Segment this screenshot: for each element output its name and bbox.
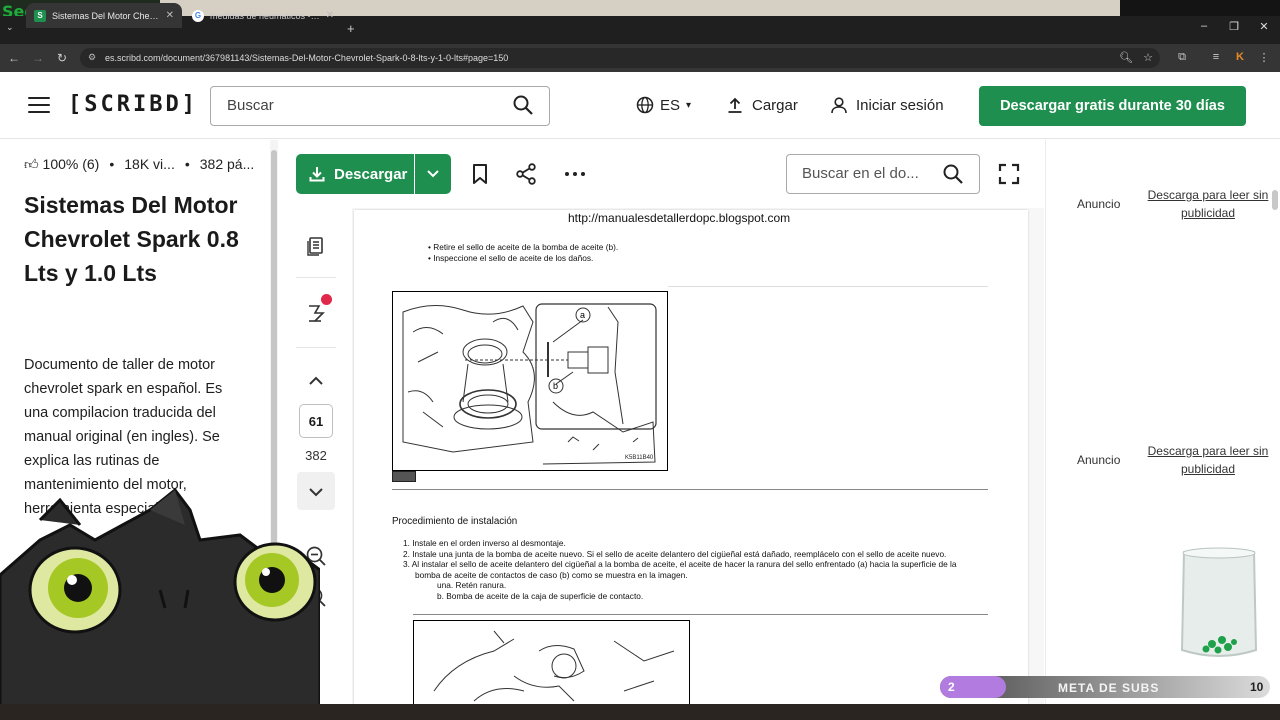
chevron-down-icon: ▾ [686,99,692,111]
search-icon[interactable] [512,94,534,116]
language-selector[interactable]: ES ▾ [636,96,691,114]
sub-step: b. Bomba de aceite de la caja de superfi… [437,591,644,601]
removal-step: • Retire el sello de aceite de la bomba … [428,242,619,252]
tab-scribd[interactable]: S Sistemas Del Motor Chevrolet S ✕ [26,3,182,28]
document-search-placeholder: Buscar en el do... [802,165,919,182]
subs-target: 10 [1250,680,1264,694]
extensions-icon[interactable]: ⧉ [1174,51,1190,64]
new-tab-button[interactable]: + [347,21,355,36]
reading-list-icon[interactable]: ≡ [1208,51,1224,63]
tab-google[interactable]: G medidas de neumaticos - Buscar ✕ [184,3,342,28]
subs-current: 2 [948,680,955,694]
stream-bottom-strip [0,704,1280,720]
tab-title: Sistemas Del Motor Chevrolet S [52,10,160,21]
signin-button[interactable]: Iniciar sesión [830,96,944,114]
page-divider [668,286,988,287]
search-icon[interactable] [942,163,964,185]
close-window-icon[interactable]: ✕ [1254,20,1274,33]
profile-icon[interactable]: K [1232,51,1248,63]
google-favicon-icon: G [192,9,204,22]
tab-search-chevron-icon[interactable]: ⌄ [6,22,14,33]
page-divider [392,489,988,490]
reload-icon[interactable]: ↻ [54,51,70,65]
user-icon [831,97,847,114]
install-step: 3. Al instalar el sello de aceite delant… [403,559,957,569]
tab-close-icon[interactable]: ✕ [166,10,174,21]
search-placeholder: Buscar [227,97,274,114]
site-info-icon[interactable]: ⚙ [88,52,96,63]
views: 18K vi... [124,156,175,172]
install-diagram [413,620,690,710]
globe-icon [636,96,654,114]
download-label: Descargar [334,165,408,183]
chevron-up-icon[interactable] [305,370,327,392]
ai-assistant-icon[interactable] [305,302,327,324]
install-step: 2. Instale una junta de la bomba de acei… [403,549,947,559]
url-text: es.scribd.com/document/367981143/Sistema… [105,53,509,63]
document-list-icon[interactable] [305,234,327,256]
screen: Seguimos! ⌄ S Sistemas Del Motor Chevrol… [0,0,1280,720]
upload-label: Cargar [752,96,798,114]
ad-label: Anuncio [1077,453,1121,467]
hamburger-menu-icon[interactable] [28,97,50,113]
scribd-favicon-icon: S [34,9,46,22]
installation-heading: Procedimiento de instalación [392,516,518,527]
bookmark-icon[interactable] [468,162,492,186]
ad-free-link[interactable]: Descarga para leer sin publicidad [1146,186,1270,222]
goal-jar-icon [1180,547,1258,657]
download-icon [309,167,325,182]
right-scrollbar-thumb[interactable] [1272,190,1278,210]
document-meta: 👍︎ 100% (6) • 18K vi... • 382 pá... [24,156,254,173]
download-button[interactable]: Descargar [296,154,414,194]
signin-label: Iniciar sesión [856,96,944,114]
figure-caption: K5B11B40 [625,455,654,461]
fullscreen-icon[interactable] [997,162,1021,186]
forward-icon[interactable]: → [30,51,46,65]
cat-mascot-overlay [0,487,320,720]
document-title: Sistemas Del Motor Chevrolet Spark 0.8 L… [24,192,239,286]
page-count: 382 pá... [199,156,255,172]
image-zoom-controls-icon[interactable] [392,471,416,482]
ad-free-link[interactable]: Descarga para leer sin publicidad [1146,442,1270,478]
restore-icon[interactable]: ❐ [1224,20,1244,33]
back-icon[interactable]: ← [6,51,22,65]
install-step: 1. Instale en el orden inverso al desmon… [403,538,566,548]
language-label: ES [660,96,681,114]
bookmark-star-icon[interactable]: ☆ [1140,51,1156,64]
upload-icon [728,97,742,113]
upload-button[interactable]: Cargar [726,96,798,114]
page-divider [413,614,988,615]
tab-title: medidas de neumaticos - Buscar [210,10,320,21]
install-step: bomba de aceite de contactos de caso (b)… [415,570,688,580]
rating: 👍︎ 100% (6) [24,156,100,172]
removal-step: • Inspeccione el sello de aceite de los … [428,253,594,263]
rail-separator [296,347,336,348]
oil-pump-seal-diagram: a b [392,291,668,471]
tab-close-icon[interactable]: ✕ [326,10,334,21]
label-a: a [580,310,585,320]
bullet-separator: • [109,156,115,172]
total-pages: 382 [305,448,327,463]
label-b: b [553,381,558,391]
browser-menu-icon[interactable]: ⋮ [1256,51,1272,64]
subs-goal-label: META DE SUBS [1058,681,1160,695]
zoom-icon[interactable]: 🔍︎ [1118,51,1134,64]
bullet-separator: • [184,156,190,172]
more-options-icon[interactable] [563,162,587,186]
share-icon[interactable] [514,162,538,186]
sub-step: una. Retén ranura. [437,580,507,590]
ad-label: Anuncio [1077,197,1121,211]
thumbs-up-icon: 👍︎ [24,156,39,172]
rail-separator [296,277,336,278]
page-url-text: http://manualesdetallerdopc.blogspot.com [568,211,791,225]
minimize-icon[interactable]: – [1194,20,1214,32]
scribd-logo[interactable]: [SCRIBD] [68,92,198,117]
notification-dot [321,294,332,305]
free-trial-button[interactable]: Descargar gratis durante 30 días [979,86,1246,126]
current-page-input[interactable]: 61 [299,404,333,438]
chevron-down-icon [427,170,439,178]
download-options-button[interactable] [415,154,451,194]
